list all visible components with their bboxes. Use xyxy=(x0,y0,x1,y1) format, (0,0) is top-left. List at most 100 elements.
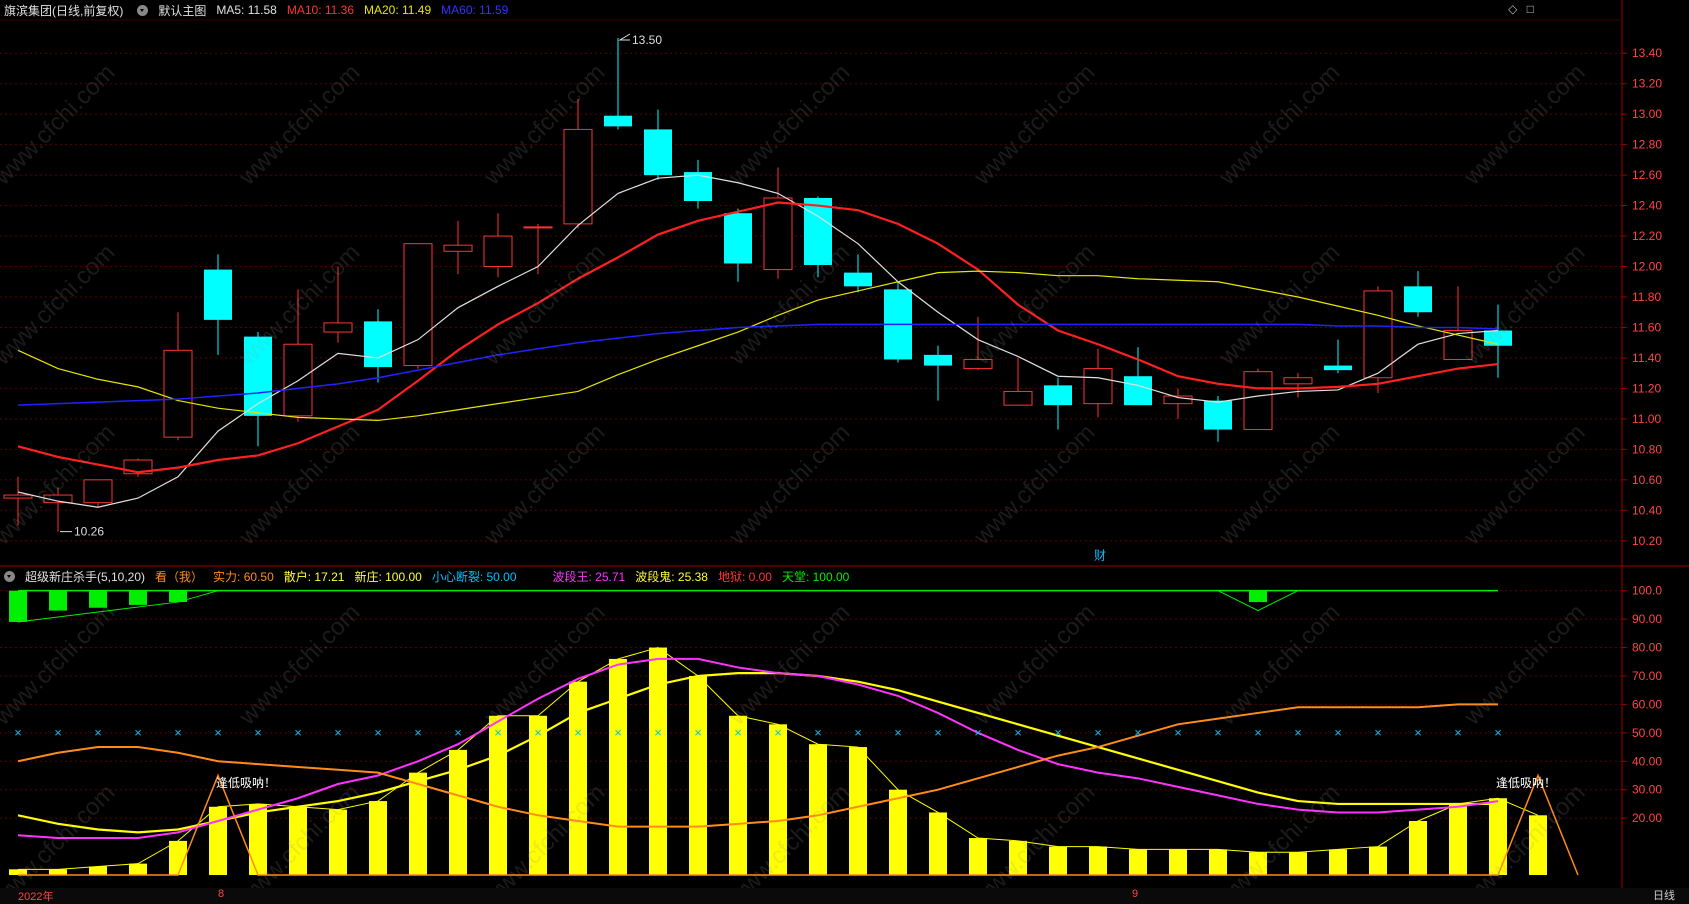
dropdown-icon[interactable] xyxy=(137,4,149,16)
indicator-bar xyxy=(1289,852,1307,875)
diamond-icon[interactable]: ◇ xyxy=(1508,2,1517,16)
cross-marker: × xyxy=(1014,725,1022,740)
y-tick-label: 13.40 xyxy=(1632,46,1662,60)
cross-marker: × xyxy=(1414,725,1422,740)
indicator-bar xyxy=(209,806,227,875)
indicator-bar xyxy=(649,647,667,875)
watermark: www.cfchi.com xyxy=(723,599,855,731)
ma60-value: MA60: 11.59 xyxy=(441,3,509,17)
indicator-bar xyxy=(49,869,67,875)
tiantang-value: 天堂: 100.00 xyxy=(781,569,850,584)
indicator-bar xyxy=(1369,846,1387,875)
cross-marker: × xyxy=(694,725,702,740)
indicator-name[interactable]: 超级新庄杀手(5,10,20) xyxy=(25,568,145,585)
indicator-bar xyxy=(1089,846,1107,875)
cross-marker: × xyxy=(1374,725,1382,740)
y-tick-label: 20.00 xyxy=(1632,811,1662,825)
indicator-bar xyxy=(1129,849,1147,875)
watermark: www.cfchi.com xyxy=(1458,419,1590,551)
y-tick-label: 12.80 xyxy=(1632,138,1662,152)
cross-marker: × xyxy=(334,725,342,740)
y-tick-label: 100.0 xyxy=(1632,584,1662,598)
y-tick-label: 13.20 xyxy=(1632,77,1662,91)
y-tick-label: 40.00 xyxy=(1632,754,1662,768)
sub-chart-header: 超级新庄杀手(5,10,20) 看（我） 实力: 60.50 散户: 17.21… xyxy=(0,566,859,586)
period-button[interactable]: 日线 xyxy=(1653,888,1675,904)
candle-up xyxy=(163,349,193,438)
candle-down xyxy=(364,321,392,368)
y-tick-label: 11.20 xyxy=(1632,381,1661,395)
candle-up xyxy=(1003,390,1033,406)
boduangui-value: 波段鬼: 25.38 xyxy=(635,569,708,584)
y-tick-label: 13.00 xyxy=(1632,107,1662,121)
low-label: 10.26 xyxy=(74,525,104,539)
green-bar xyxy=(129,590,147,605)
y-tick-label: 11.60 xyxy=(1632,320,1661,334)
indicator-bar xyxy=(889,789,907,875)
candle-down xyxy=(724,213,752,264)
y-tick-label: 12.00 xyxy=(1632,260,1662,274)
xinzhuang-value: 新庄: 100.00 xyxy=(354,569,422,584)
financial-report-marker: 财 xyxy=(1094,549,1106,563)
watermark: www.cfchi.com xyxy=(723,419,855,551)
watermark: www.cfchi.com xyxy=(1458,239,1590,371)
candle-up xyxy=(403,243,433,367)
candle-down xyxy=(204,269,232,320)
candle-down xyxy=(604,115,632,127)
y-tick-label: 11.40 xyxy=(1632,351,1661,365)
cross-marker: × xyxy=(414,725,422,740)
candle-down xyxy=(844,272,872,287)
watermark: www.cfchi.com xyxy=(968,599,1100,731)
high-marker xyxy=(618,33,631,41)
candle-up xyxy=(563,128,593,225)
cross-marker: × xyxy=(214,725,222,740)
y-tick-label: 90.00 xyxy=(1632,612,1662,626)
watermark: www.cfchi.com xyxy=(478,419,610,551)
indicator-bar xyxy=(1409,820,1427,875)
watermark: www.cfchi.com xyxy=(233,599,365,731)
watermark: www.cfchi.com xyxy=(968,779,1100,904)
kan-label: 看（我） xyxy=(155,569,204,584)
y-tick-label: 70.00 xyxy=(1632,669,1662,683)
time-axis-bar: 2022年 8 9 日线 xyxy=(0,888,1689,904)
candle-up xyxy=(763,197,793,271)
cross-marker: × xyxy=(94,725,102,740)
y-tick-label: 80.00 xyxy=(1632,641,1662,655)
chart-canvas[interactable]: 13.40 13.20 13.00 12.80 12.60 12.40 12.20 12.00… xyxy=(0,0,1689,904)
watermark: www.cfchi.com xyxy=(233,59,365,191)
watermark: www.cfchi.com xyxy=(0,239,120,371)
cross-marker: × xyxy=(574,725,582,740)
candle-up xyxy=(483,235,513,268)
candle-up xyxy=(1243,371,1273,431)
sanhu-value: 散户: 17.21 xyxy=(283,569,345,584)
cross-marker: × xyxy=(1054,725,1062,740)
watermark: www.cfchi.com xyxy=(0,779,120,904)
y-tick-label: 60.00 xyxy=(1632,697,1662,711)
square-icon[interactable]: □ xyxy=(1527,2,1534,16)
xiaoxin-value: 小心断裂: 50.00 xyxy=(431,569,517,584)
sub-line-散户 xyxy=(17,703,1498,828)
y-tick-label: 12.60 xyxy=(1632,168,1662,182)
x-label-aug: 8 xyxy=(218,888,225,900)
watermark: www.cfchi.com xyxy=(0,59,120,191)
y-tick-label: 30.00 xyxy=(1632,783,1662,797)
cross-marker: × xyxy=(974,725,982,740)
watermark: www.cfchi.com xyxy=(1213,239,1345,371)
candle-down xyxy=(1044,385,1072,406)
main-indicator-name[interactable]: 默认主图 xyxy=(158,2,206,19)
watermark: www.cfchi.com xyxy=(1213,59,1345,191)
y-tick-label: 12.20 xyxy=(1632,229,1662,243)
watermark: www.cfchi.com xyxy=(1458,599,1590,731)
dropdown-icon[interactable] xyxy=(4,570,15,582)
cross-marker: × xyxy=(814,725,822,740)
candle-up xyxy=(83,479,113,504)
indicator-bar xyxy=(1169,849,1187,875)
stock-name: 旗滨集团(日线,前复权) xyxy=(4,3,124,18)
indicator-bar xyxy=(369,801,387,875)
candle-down xyxy=(1124,376,1152,406)
green-bar xyxy=(1249,590,1267,603)
indicator-bar xyxy=(409,772,427,875)
cross-marker: × xyxy=(774,725,782,740)
y-tick-label: 10.20 xyxy=(1632,534,1662,548)
candle-down xyxy=(1324,365,1352,371)
